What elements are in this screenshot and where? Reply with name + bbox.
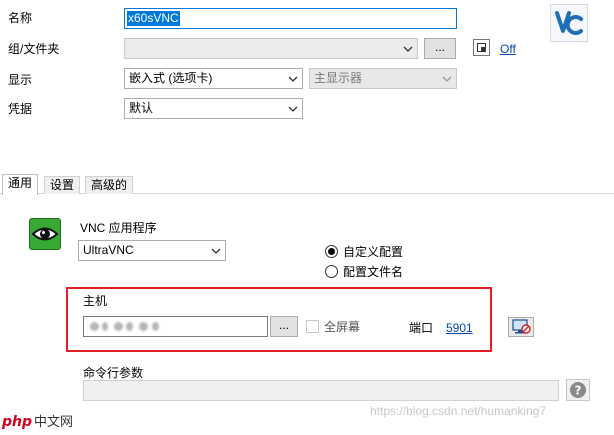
app-label: VNC 应用程序 (80, 221, 157, 235)
host-label: 主机 (83, 294, 108, 308)
chevron-down-icon (288, 76, 298, 82)
host-input[interactable] (83, 316, 268, 337)
chevron-down-icon (403, 46, 413, 52)
fullscreen-label: 全屏幕 (324, 320, 361, 334)
app-select[interactable]: UltraVNC (78, 240, 226, 261)
port-label: 端口 (409, 321, 434, 335)
display-label: 显示 (8, 73, 33, 87)
group-label: 组/文件夹 (8, 42, 60, 56)
group-select[interactable] (124, 38, 418, 59)
php-logo-cn: 中文网 (34, 415, 73, 430)
watermark-text: https://blog.csdn.net/humanking7 (370, 404, 547, 418)
chevron-down-icon (211, 248, 221, 254)
port-link[interactable]: 5901 (446, 320, 473, 336)
cmdline-label: 命令行参数 (83, 366, 144, 380)
app-select-value: UltraVNC (83, 243, 134, 257)
vnc-logo-icon (550, 4, 588, 42)
tab-settings[interactable]: 设置 (44, 176, 81, 194)
radio-config-file[interactable] (325, 265, 338, 278)
php-logo: php 中文网 (1, 410, 92, 432)
credentials-select[interactable]: 默认 (124, 98, 303, 119)
display-select[interactable]: 嵌入式 (选项卡) (124, 68, 303, 89)
radio-custom-config-label: 自定义配置 (343, 245, 404, 259)
eye-icon (29, 218, 61, 250)
radio-config-file-label: 配置文件名 (343, 265, 404, 279)
php-logo-text: php (2, 414, 32, 430)
monitor-select[interactable]: 主显示器 (309, 68, 457, 89)
cmdline-input[interactable] (83, 380, 559, 401)
credentials-label: 凭据 (8, 102, 33, 116)
display-select-value: 嵌入式 (选项卡) (129, 71, 213, 85)
name-label: 名称 (8, 11, 33, 25)
radio-custom-config[interactable] (325, 245, 338, 258)
group-browse-button[interactable]: ... (424, 38, 456, 59)
chevron-down-icon (288, 106, 298, 112)
name-input-value: x60sVNC (127, 11, 180, 26)
tab-general[interactable]: 通用 (2, 174, 39, 195)
credentials-select-value: 默认 (129, 101, 154, 115)
host-browse-button[interactable]: ... (270, 316, 298, 337)
toggle-square-icon[interactable] (473, 39, 490, 56)
question-icon[interactable]: ? (566, 379, 590, 401)
name-input[interactable]: x60sVNC (124, 8, 457, 29)
monitor-network-icon[interactable] (508, 317, 534, 337)
group-toggle-link[interactable]: Off (500, 41, 516, 57)
fullscreen-checkbox[interactable] (306, 320, 319, 333)
tab-advanced[interactable]: 高级的 (85, 176, 134, 194)
chevron-down-icon (442, 76, 452, 82)
svg-text:?: ? (575, 384, 582, 398)
monitor-select-value: 主显示器 (314, 71, 363, 85)
